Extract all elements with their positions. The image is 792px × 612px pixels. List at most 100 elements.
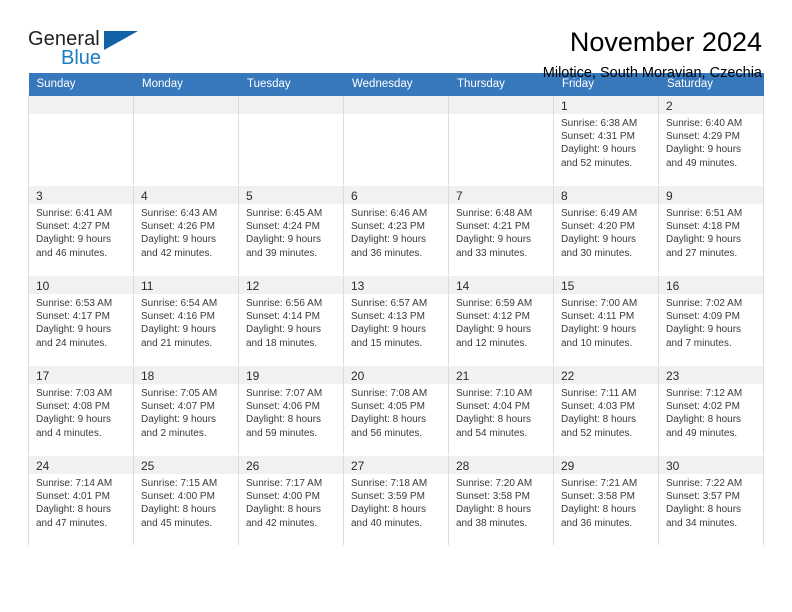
calendar-day-cell[interactable]: 26 Sunrise: 7:17 AM Sunset: 4:00 PM Dayligh… <box>238 455 344 546</box>
daylight-text-line2: and 30 minutes. <box>561 247 633 259</box>
day-details: Sunrise: 6:45 AM Sunset: 4:24 PM Daylight:… <box>239 204 343 260</box>
calendar-day-cell[interactable]: 20 Sunrise: 7:08 AM Sunset: 4:05 PM Dayligh… <box>343 365 449 456</box>
daylight-text-line1: Daylight: 9 hours <box>246 234 322 246</box>
daylight-text-line2: and 36 minutes. <box>561 517 633 529</box>
calendar-day-cell[interactable]: 23 Sunrise: 7:12 AM Sunset: 4:02 PM Dayligh… <box>658 365 764 456</box>
sunrise-text: Sunrise: 7:11 AM <box>561 388 637 399</box>
sunset-text: Sunset: 4:06 PM <box>246 401 320 413</box>
calendar-day-cell[interactable]: 6 Sunrise: 6:46 AM Sunset: 4:23 PM Daylight… <box>343 185 449 276</box>
daylight-text-line1: Daylight: 9 hours <box>666 144 742 156</box>
day-number: 15 <box>554 276 658 294</box>
calendar-day-cell[interactable]: 14 Sunrise: 6:59 AM Sunset: 4:12 PM Dayligh… <box>448 275 554 366</box>
calendar-day-cell[interactable]: 4 Sunrise: 6:43 AM Sunset: 4:26 PM Daylight… <box>133 185 239 276</box>
calendar-cell-empty <box>448 95 554 186</box>
daylight-text-line2: and 27 minutes. <box>666 247 738 259</box>
sunset-text: Sunset: 4:07 PM <box>141 401 215 413</box>
daylight-text-line1: Daylight: 8 hours <box>351 504 427 516</box>
sunset-text: Sunset: 4:14 PM <box>246 311 320 323</box>
day-number: 28 <box>449 456 553 474</box>
day-details: Sunrise: 7:21 AM Sunset: 3:58 PM Daylight:… <box>554 474 658 530</box>
calendar-day-cell[interactable]: 11 Sunrise: 6:54 AM Sunset: 4:16 PM Dayligh… <box>133 275 239 366</box>
daylight-text-line2: and 42 minutes. <box>141 247 213 259</box>
calendar-day-cell[interactable]: 25 Sunrise: 7:15 AM Sunset: 4:00 PM Dayligh… <box>133 455 239 546</box>
calendar-cell-empty <box>28 95 134 186</box>
sunset-text: Sunset: 4:23 PM <box>351 221 425 233</box>
daylight-text-line2: and 52 minutes. <box>561 427 633 439</box>
sunrise-text: Sunrise: 6:43 AM <box>141 208 218 219</box>
daylight-text-line2: and 52 minutes. <box>561 157 633 169</box>
day-number: 19 <box>239 366 343 384</box>
calendar-day-cell[interactable]: 5 Sunrise: 6:45 AM Sunset: 4:24 PM Daylight… <box>238 185 344 276</box>
daylight-text-line1: Daylight: 9 hours <box>141 234 217 246</box>
day-number: 21 <box>449 366 553 384</box>
calendar-day-cell[interactable]: 28 Sunrise: 7:20 AM Sunset: 3:58 PM Dayligh… <box>448 455 554 546</box>
calendar-day-cell[interactable]: 27 Sunrise: 7:18 AM Sunset: 3:59 PM Dayligh… <box>343 455 449 546</box>
sunrise-text: Sunrise: 6:48 AM <box>456 208 533 219</box>
sunrise-text: Sunrise: 6:46 AM <box>351 208 428 219</box>
general-blue-logo[interactable]: General Blue <box>28 26 146 72</box>
calendar-day-cell[interactable]: 21 Sunrise: 7:10 AM Sunset: 4:04 PM Dayligh… <box>448 365 554 456</box>
sunrise-text: Sunrise: 7:14 AM <box>36 478 113 489</box>
calendar-day-cell[interactable]: 2 Sunrise: 6:40 AM Sunset: 4:29 PM Daylight… <box>658 95 764 186</box>
sunset-text: Sunset: 3:58 PM <box>561 491 635 503</box>
sunrise-text: Sunrise: 7:10 AM <box>456 388 533 399</box>
sunset-text: Sunset: 4:29 PM <box>666 131 740 143</box>
daylight-text-line1: Daylight: 9 hours <box>36 324 112 336</box>
daylight-text-line2: and 21 minutes. <box>141 337 213 349</box>
day-details: Sunrise: 7:18 AM Sunset: 3:59 PM Daylight:… <box>344 474 448 530</box>
calendar-day-cell[interactable]: 22 Sunrise: 7:11 AM Sunset: 4:03 PM Dayligh… <box>553 365 659 456</box>
day-details: Sunrise: 7:07 AM Sunset: 4:06 PM Daylight:… <box>239 384 343 440</box>
day-number: 23 <box>659 366 763 384</box>
sunrise-text: Sunrise: 7:02 AM <box>666 298 743 309</box>
calendar-day-cell[interactable]: 9 Sunrise: 6:51 AM Sunset: 4:18 PM Daylight… <box>658 185 764 276</box>
day-details: Sunrise: 6:57 AM Sunset: 4:13 PM Daylight:… <box>344 294 448 350</box>
day-number <box>134 96 238 114</box>
day-details: Sunrise: 6:53 AM Sunset: 4:17 PM Daylight:… <box>29 294 133 350</box>
page-header: General Blue November 2024 Milotice, Sou… <box>28 0 764 81</box>
day-number: 24 <box>29 456 133 474</box>
day-details: Sunrise: 7:14 AM Sunset: 4:01 PM Daylight:… <box>29 474 133 530</box>
calendar-day-cell[interactable]: 12 Sunrise: 6:56 AM Sunset: 4:14 PM Dayligh… <box>238 275 344 366</box>
calendar-day-cell[interactable]: 1 Sunrise: 6:38 AM Sunset: 4:31 PM Daylight… <box>553 95 659 186</box>
calendar-day-cell[interactable]: 13 Sunrise: 6:57 AM Sunset: 4:13 PM Dayligh… <box>343 275 449 366</box>
calendar-day-cell[interactable]: 24 Sunrise: 7:14 AM Sunset: 4:01 PM Dayligh… <box>28 455 134 546</box>
day-number: 27 <box>344 456 448 474</box>
daylight-text-line1: Daylight: 8 hours <box>456 414 532 426</box>
calendar-day-cell[interactable]: 17 Sunrise: 7:03 AM Sunset: 4:08 PM Dayligh… <box>28 365 134 456</box>
sunrise-text: Sunrise: 6:41 AM <box>36 208 113 219</box>
calendar-day-cell[interactable]: 8 Sunrise: 6:49 AM Sunset: 4:20 PM Daylight… <box>553 185 659 276</box>
calendar-day-cell[interactable]: 30 Sunrise: 7:22 AM Sunset: 3:57 PM Dayligh… <box>658 455 764 546</box>
daylight-text-line1: Daylight: 9 hours <box>666 234 742 246</box>
sunset-text: Sunset: 3:57 PM <box>666 491 740 503</box>
sunrise-text: Sunrise: 7:20 AM <box>456 478 533 489</box>
calendar-day-cell[interactable]: 15 Sunrise: 7:00 AM Sunset: 4:11 PM Dayligh… <box>553 275 659 366</box>
day-number: 1 <box>554 96 658 114</box>
daylight-text-line1: Daylight: 9 hours <box>456 324 532 336</box>
day-details: Sunrise: 7:10 AM Sunset: 4:04 PM Daylight:… <box>449 384 553 440</box>
calendar-day-cell[interactable]: 18 Sunrise: 7:05 AM Sunset: 4:07 PM Dayligh… <box>133 365 239 456</box>
daylight-text-line1: Daylight: 9 hours <box>456 234 532 246</box>
daylight-text-line2: and 10 minutes. <box>561 337 633 349</box>
calendar-day-cell[interactable]: 16 Sunrise: 7:02 AM Sunset: 4:09 PM Dayligh… <box>658 275 764 366</box>
sunrise-text: Sunrise: 7:12 AM <box>666 388 743 399</box>
calendar-day-cell[interactable]: 19 Sunrise: 7:07 AM Sunset: 4:06 PM Dayligh… <box>238 365 344 456</box>
daylight-text-line1: Daylight: 8 hours <box>666 414 742 426</box>
calendar-day-cell[interactable]: 29 Sunrise: 7:21 AM Sunset: 3:58 PM Dayligh… <box>553 455 659 546</box>
calendar-week-row: 1 Sunrise: 6:38 AM Sunset: 4:31 PM Daylight… <box>28 95 764 186</box>
calendar-week-row: 24 Sunrise: 7:14 AM Sunset: 4:01 PM Dayligh… <box>28 455 764 546</box>
day-details: Sunrise: 7:12 AM Sunset: 4:02 PM Daylight:… <box>659 384 763 440</box>
calendar-day-cell[interactable]: 10 Sunrise: 6:53 AM Sunset: 4:17 PM Dayligh… <box>28 275 134 366</box>
calendar-day-cell[interactable]: 3 Sunrise: 6:41 AM Sunset: 4:27 PM Daylight… <box>28 185 134 276</box>
daylight-text-line1: Daylight: 9 hours <box>141 324 217 336</box>
daylight-text-line2: and 47 minutes. <box>36 517 108 529</box>
sunrise-text: Sunrise: 6:59 AM <box>456 298 533 309</box>
day-number: 11 <box>134 276 238 294</box>
weekday-header-sunday: Sunday <box>28 73 134 96</box>
sunrise-text: Sunrise: 6:54 AM <box>141 298 218 309</box>
sunrise-text: Sunrise: 6:38 AM <box>561 118 638 129</box>
sunset-text: Sunset: 3:58 PM <box>456 491 530 503</box>
day-number: 5 <box>239 186 343 204</box>
day-number: 26 <box>239 456 343 474</box>
calendar-day-cell[interactable]: 7 Sunrise: 6:48 AM Sunset: 4:21 PM Daylight… <box>448 185 554 276</box>
daylight-text-line2: and 24 minutes. <box>36 337 108 349</box>
